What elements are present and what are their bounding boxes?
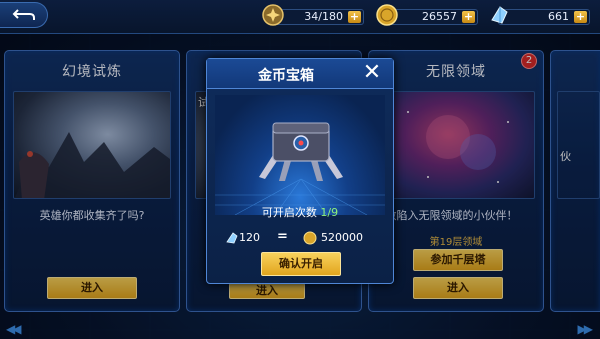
chest-icon [215,122,385,215]
stamina-resource: 34/180 + [262,4,364,27]
open-count-row: 可开启次数 1/9 [207,204,393,220]
equals-sign: = [277,229,288,244]
chest-display [215,95,385,215]
crystal-value: 661 [548,10,569,23]
open-count-label: 可开启次数 [261,206,317,219]
crystal-resource: 661 + [491,6,590,27]
gold-amount: 520000 [321,231,363,244]
crystal-cost: 120 [239,231,260,244]
stamina-badge-icon [262,4,284,26]
top-bar: 34/180 + 26557 + 661 + [0,0,600,34]
back-button[interactable] [0,2,48,28]
gold-coin-icon [303,231,317,245]
close-button[interactable]: ✕ [359,62,385,86]
gold-coin-icon [376,4,398,26]
gold-value: 26557 [422,10,457,23]
crystal-icon [226,232,238,244]
exchange-row: 120 = 520000 [207,229,393,246]
back-arrow-icon [12,9,35,20]
confirm-open-button[interactable]: 确认开启 [261,252,341,276]
dialog-header: 金币宝箱 ✕ [207,59,393,89]
add-crystal-button[interactable]: + [574,11,587,23]
add-stamina-button[interactable]: + [348,11,361,23]
add-gold-button[interactable]: + [462,11,475,23]
gold-resource: 26557 + [376,4,478,27]
open-count-value: 1/9 [320,206,339,219]
dialog-title: 金币宝箱 [258,68,314,84]
crystal-icon [491,6,508,24]
gold-chest-dialog: 金币宝箱 ✕ 可开启次数 1/9 120 = 520000 确认开启 [206,58,394,284]
stamina-value: 34/180 [304,10,343,23]
